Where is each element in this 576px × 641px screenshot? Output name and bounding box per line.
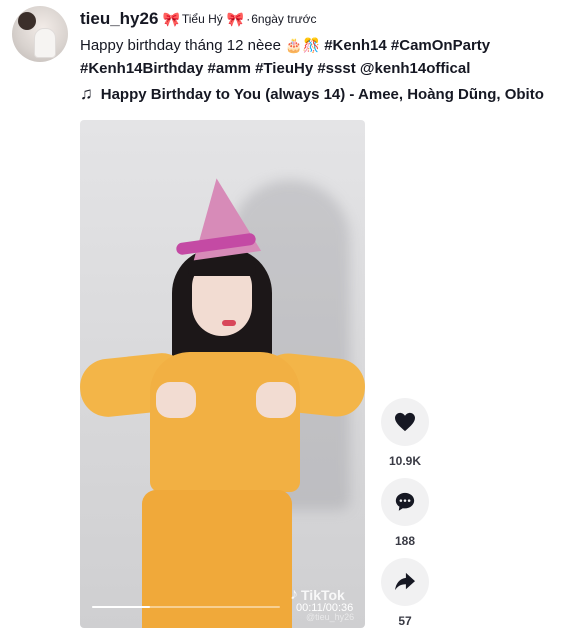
share-arrow-icon	[395, 572, 415, 591]
music-title: Happy Birthday to You (always 14) - Amee…	[100, 85, 544, 103]
like-count: 10.9K	[388, 454, 422, 468]
music-link[interactable]: ♫ Happy Birthday to You (always 14) - Am…	[80, 84, 544, 104]
comment-count: 188	[394, 534, 416, 548]
music-note-icon: ♫	[80, 84, 93, 103]
hashtag-link[interactable]: #ssst	[317, 60, 355, 77]
action-bar: 10.9K 188 57	[381, 398, 429, 638]
share-count: 57	[398, 614, 412, 628]
hashtag-link[interactable]: #Kenh14Birthday	[80, 60, 203, 77]
like-button[interactable]	[381, 398, 429, 446]
post-time: 6ngày trước	[251, 12, 317, 26]
watermark-username: @tieu_hy26	[306, 612, 355, 622]
heart-icon	[395, 412, 415, 432]
share-action: 57	[381, 558, 429, 628]
video-progress-fill	[92, 606, 151, 608]
hashtag-link[interactable]: #CamOnParty	[391, 37, 490, 54]
hashtag-link[interactable]: #amm	[208, 60, 251, 77]
like-action: 10.9K	[381, 398, 429, 468]
caption-text: Happy birthday tháng 12 nèee	[80, 37, 281, 54]
mention-link[interactable]: @kenh14offical	[360, 60, 471, 77]
author-nickname[interactable]: Tiểu Hý	[182, 12, 223, 26]
separator-dot: ·	[246, 12, 251, 26]
post-header: tieu_hy26 🎀 Tiểu Hý 🎀 · 6ngày trước Happ…	[80, 8, 568, 80]
bow-icon: 🎀	[226, 10, 245, 27]
author-username[interactable]: tieu_hy26	[80, 9, 158, 29]
comment-action: 188	[381, 478, 429, 548]
bow-icon: 🎀	[162, 10, 180, 27]
post-caption: Happy birthday tháng 12 nèee 🎂🎊 #Kenh14 …	[80, 34, 550, 80]
caption-emojis: 🎂🎊	[285, 37, 321, 53]
hashtag-link[interactable]: #TieuHy	[255, 60, 313, 77]
share-button[interactable]	[381, 558, 429, 606]
video-player[interactable]: ♪ TikTok 00:11/00:36 @tieu_hy26	[80, 120, 365, 628]
video-progress-bar[interactable]	[92, 606, 280, 608]
comment-button[interactable]	[381, 478, 429, 526]
avatar-image	[18, 12, 36, 30]
comment-icon	[395, 492, 415, 511]
author-row: tieu_hy26 🎀 Tiểu Hý 🎀 · 6ngày trước	[80, 8, 568, 30]
hashtag-link[interactable]: #Kenh14	[324, 37, 387, 54]
author-avatar[interactable]	[12, 6, 68, 62]
